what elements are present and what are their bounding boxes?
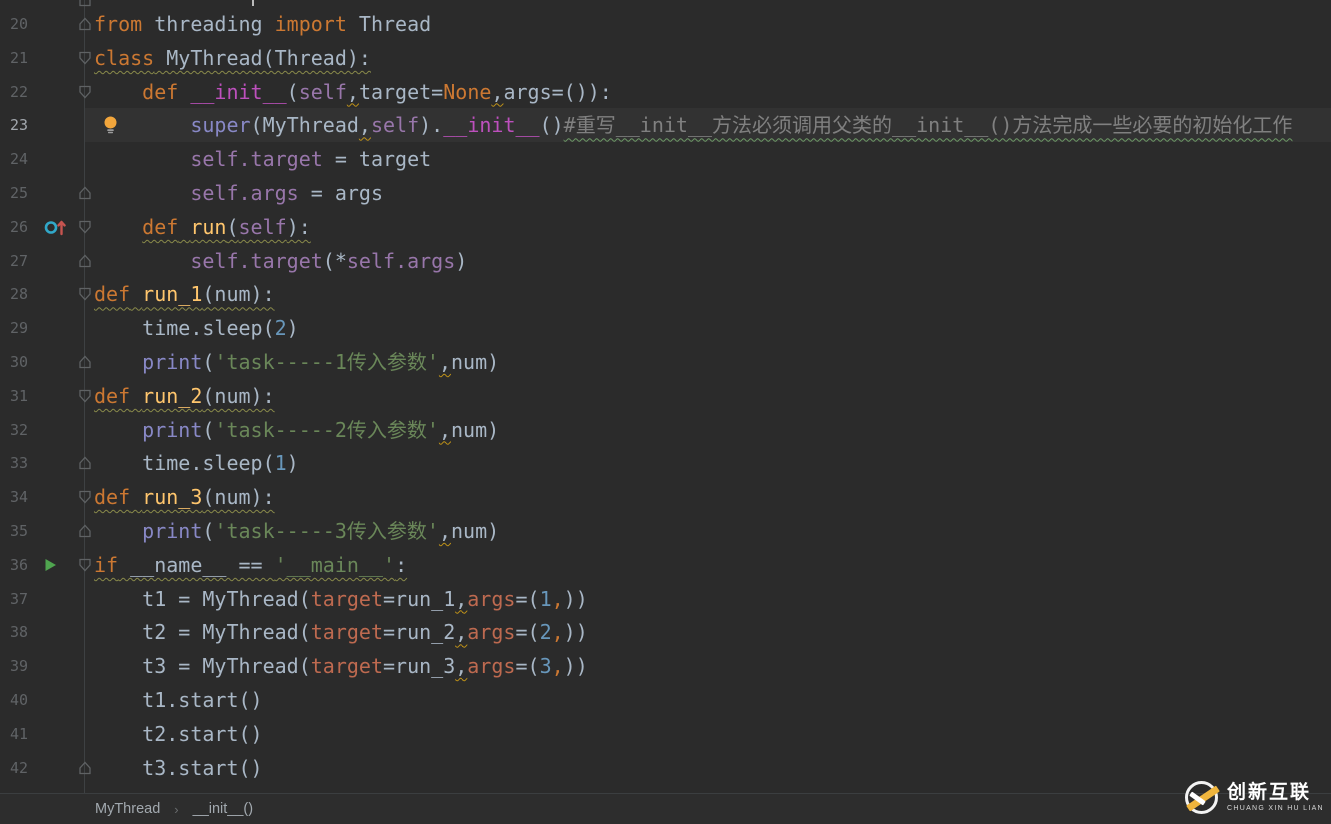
breadcrumb-member[interactable]: __init__(): [193, 801, 253, 817]
fold-down-icon[interactable]: [78, 51, 92, 65]
line-number[interactable]: 33: [0, 446, 28, 480]
code-text[interactable]: class MyThread(Thread):: [94, 41, 371, 75]
code-text[interactable]: self.target(*self.args): [94, 244, 467, 278]
code-line[interactable]: 40 t1.start(): [0, 683, 1331, 717]
code-text[interactable]: from threading import Thread: [94, 7, 431, 41]
line-number[interactable]: 24: [0, 142, 28, 176]
code-editor[interactable]: 20 from threading import Thread 21 class My…: [0, 0, 1331, 793]
code-text[interactable]: t1.start(): [94, 683, 263, 717]
ide-window: 20 from threading import Thread 21 class My…: [0, 0, 1331, 824]
fold-down-icon[interactable]: [78, 558, 92, 572]
code-text[interactable]: def run_3(num):: [94, 480, 275, 514]
fold-up-icon[interactable]: [78, 186, 92, 200]
run-button-icon[interactable]: [44, 558, 57, 572]
code-text[interactable]: t3.start(): [94, 751, 263, 785]
code-line[interactable]: 31 def run_2(num):: [0, 379, 1331, 413]
code-line[interactable]: 33 time.sleep(1): [0, 446, 1331, 480]
code-line[interactable]: 36 if __name__ == '__main__':: [0, 548, 1331, 582]
code-line[interactable]: 23 super(MyThread,self).__init__()#重写__i…: [0, 108, 1331, 142]
code-text[interactable]: def run_1(num):: [94, 277, 275, 311]
fold-down-icon[interactable]: [78, 490, 92, 504]
fold-up-icon[interactable]: [78, 524, 92, 538]
line-number[interactable]: 35: [0, 514, 28, 548]
watermark-logo-icon: [1185, 781, 1218, 814]
watermark-title: 创新互联: [1227, 782, 1324, 803]
fold-down-icon[interactable]: [78, 85, 92, 99]
code-text[interactable]: super(MyThread,self).__init__()#重写__init…: [94, 108, 1292, 142]
code-line[interactable]: 24 self.target = target: [0, 142, 1331, 176]
code-line[interactable]: 21 class MyThread(Thread):: [0, 41, 1331, 75]
code-line[interactable]: 37 t1 = MyThread(target=run_1,args=(1,)): [0, 582, 1331, 616]
code-text[interactable]: t2 = MyThread(target=run_2,args=(2,)): [94, 615, 588, 649]
line-number[interactable]: 28: [0, 277, 28, 311]
line-number[interactable]: 26: [0, 210, 28, 244]
code-line[interactable]: 39 t3 = MyThread(target=run_3,args=(3,)): [0, 649, 1331, 683]
code-line[interactable]: 25 self.args = args: [0, 176, 1331, 210]
code-text[interactable]: print('task-----3传入参数',num): [94, 514, 499, 548]
line-number[interactable]: 20: [0, 7, 28, 41]
line-number[interactable]: 42: [0, 751, 28, 785]
code-line[interactable]: 27 self.target(*self.args): [0, 244, 1331, 278]
code-text[interactable]: print('task-----2传入参数',num): [94, 413, 499, 447]
line-number[interactable]: 29: [0, 311, 28, 345]
line-number[interactable]: 31: [0, 379, 28, 413]
code-line[interactable]: 20 from threading import Thread: [0, 7, 1331, 41]
fold-up-icon[interactable]: [78, 456, 92, 470]
line-number[interactable]: 38: [0, 615, 28, 649]
code-text[interactable]: if __name__ == '__main__':: [94, 548, 407, 582]
fold-up-icon[interactable]: [78, 254, 92, 268]
fold-up-icon[interactable]: [78, 761, 92, 775]
code-line[interactable]: 26 def run(self):: [0, 210, 1331, 244]
code-text[interactable]: print('task-----1传入参数',num): [94, 345, 499, 379]
code-line[interactable]: 29 time.sleep(2): [0, 311, 1331, 345]
line-number[interactable]: 34: [0, 480, 28, 514]
code-text[interactable]: def run_2(num):: [94, 379, 275, 413]
code-text[interactable]: time.sleep(1): [94, 446, 299, 480]
text-caret: [252, 0, 254, 6]
line-number[interactable]: 37: [0, 582, 28, 616]
line-number[interactable]: 39: [0, 649, 28, 683]
fold-up-icon[interactable]: [78, 17, 92, 31]
code-text[interactable]: time.sleep(2): [94, 311, 299, 345]
code-text[interactable]: self.args = args: [94, 176, 383, 210]
line-number[interactable]: 27: [0, 244, 28, 278]
fold-up-icon[interactable]: [78, 0, 92, 7]
code-text[interactable]: def __init__(self,target=None,args=()):: [94, 75, 612, 109]
fold-down-icon[interactable]: [78, 287, 92, 301]
code-line[interactable]: 38 t2 = MyThread(target=run_2,args=(2,)): [0, 615, 1331, 649]
code-text[interactable]: t1 = MyThread(target=run_1,args=(1,)): [94, 582, 588, 616]
site-watermark: 创新互联 CHUANG XIN HU LIAN: [1185, 772, 1327, 822]
override-marker-icon[interactable]: [44, 218, 68, 236]
line-number[interactable]: 41: [0, 717, 28, 751]
code-text[interactable]: t2.start(): [94, 717, 263, 751]
fold-down-icon[interactable]: [78, 389, 92, 403]
code-line[interactable]: 32 print('task-----2传入参数',num): [0, 413, 1331, 447]
code-text[interactable]: def run(self):: [94, 210, 311, 244]
code-line[interactable]: 30 print('task-----1传入参数',num): [0, 345, 1331, 379]
breadcrumb-class[interactable]: MyThread: [95, 801, 160, 817]
code-line[interactable]: 28 def run_1(num):: [0, 277, 1331, 311]
code-line[interactable]: 35 print('task-----3传入参数',num): [0, 514, 1331, 548]
code-line[interactable]: 34 def run_3(num):: [0, 480, 1331, 514]
line-number[interactable]: 36: [0, 548, 28, 582]
lightbulb-icon[interactable]: [103, 116, 118, 135]
line-number[interactable]: 23: [0, 108, 28, 142]
fold-down-icon[interactable]: [78, 220, 92, 234]
line-number[interactable]: 21: [0, 41, 28, 75]
fold-up-icon[interactable]: [78, 355, 92, 369]
line-number[interactable]: 30: [0, 345, 28, 379]
line-number[interactable]: 25: [0, 176, 28, 210]
code-line[interactable]: 42 t3.start(): [0, 751, 1331, 785]
line-number[interactable]: 32: [0, 413, 28, 447]
line-number[interactable]: 22: [0, 75, 28, 109]
breadcrumb-bar: MyThread › __init__(): [0, 793, 1331, 824]
code-line[interactable]: 22 def __init__(self,target=None,args=()…: [0, 75, 1331, 109]
code-line[interactable]: 41 t2.start(): [0, 717, 1331, 751]
code-text[interactable]: self.target = target: [94, 142, 431, 176]
code-text[interactable]: t3 = MyThread(target=run_3,args=(3,)): [94, 649, 588, 683]
chevron-right-icon: ›: [174, 802, 178, 817]
watermark-subtitle: CHUANG XIN HU LIAN: [1227, 805, 1324, 813]
line-number[interactable]: 40: [0, 683, 28, 717]
